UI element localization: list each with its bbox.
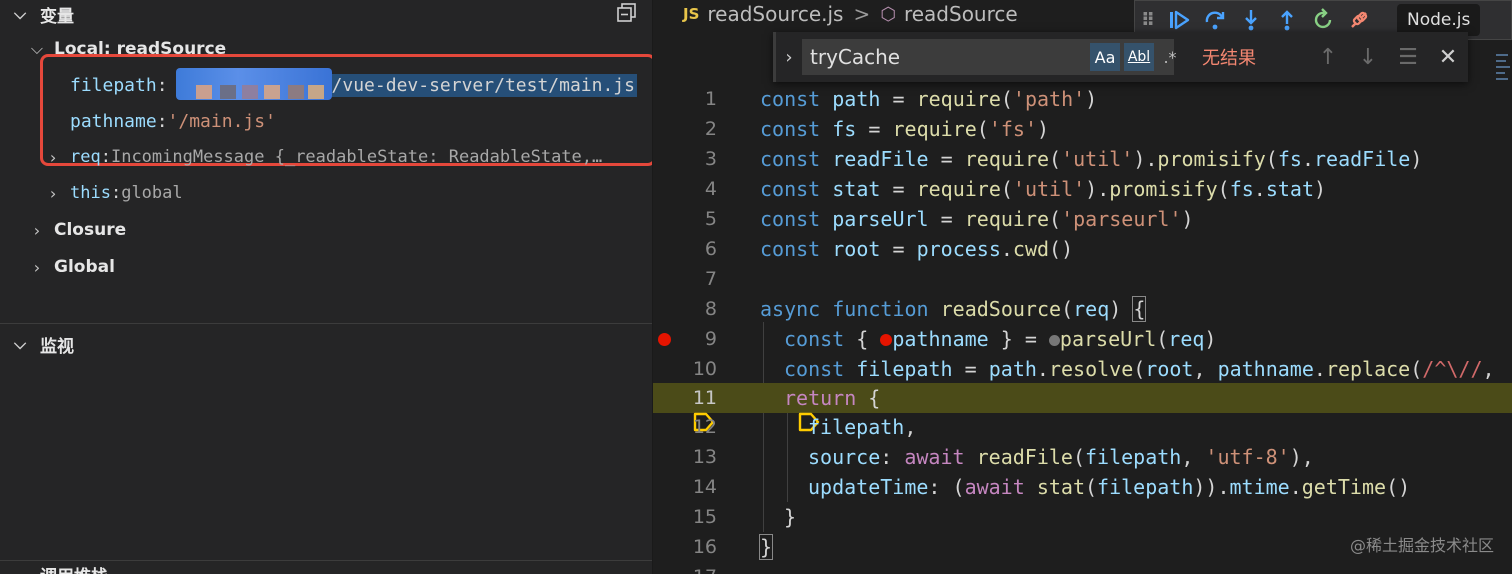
code-line[interactable]: 9 const { pathname } = parseUrl(req): [653, 324, 1512, 354]
line-number: 2: [704, 118, 717, 140]
code-line[interactable]: 2 const fs = require('fs'): [653, 114, 1512, 144]
line-number: 8: [704, 298, 717, 320]
code-text: const readFile = require('util').promisi…: [760, 147, 1423, 171]
variables-title: 变量: [40, 6, 74, 27]
variable-value: global: [121, 183, 183, 203]
regex-toggle[interactable]: .*: [1158, 43, 1182, 71]
code-line[interactable]: 3 const readFile = require('util').promi…: [653, 144, 1512, 174]
code-line[interactable]: 10 const filepath = path.resolve(root, p…: [653, 354, 1512, 384]
variable-name: req: [70, 147, 101, 167]
code-line[interactable]: 4 const stat = require('util').promisify…: [653, 174, 1512, 204]
code-line[interactable]: 1 const path = require('path'): [653, 84, 1512, 114]
line-number: 12: [692, 416, 717, 438]
line-number: 16: [692, 536, 717, 558]
match-case-toggle[interactable]: Aa: [1090, 43, 1120, 71]
code-text: const { pathname } = parseUrl(req): [784, 327, 1217, 351]
code-text: }: [784, 505, 797, 529]
variable-row-req[interactable]: › req: IncomingMessage {_readableState: …: [0, 140, 652, 174]
code-text: async function readSource(req) {: [760, 296, 1147, 322]
variables-section-header[interactable]: ⌵ 变量: [0, 0, 652, 28]
code-line[interactable]: 6 const root = process.cwd(): [653, 234, 1512, 264]
line-number: 15: [692, 506, 717, 528]
variable-name: this: [70, 183, 111, 203]
chevron-right-icon: ›: [48, 183, 58, 203]
breakpoint-icon[interactable]: [658, 333, 671, 346]
code-line[interactable]: 7: [653, 264, 1512, 294]
find-in-selection-icon[interactable]: ☰: [1388, 45, 1428, 70]
js-file-icon: JS: [683, 5, 700, 23]
global-scope-row[interactable]: › Global: [0, 250, 652, 284]
variable-value: IncomingMessage {_readableState: Readabl…: [110, 147, 603, 167]
chevron-right-icon: ›: [33, 257, 41, 277]
collapse-all-icon[interactable]: [616, 2, 638, 29]
code-line[interactable]: 17: [653, 562, 1512, 574]
section-divider: [0, 323, 652, 324]
code-text: source: await readFile(filepath, 'utf-8'…: [808, 445, 1314, 469]
find-widget: › tryCache Aa Abl .* 无结果 ↑ ↓ ☰ ✕: [773, 32, 1468, 82]
code-line[interactable]: 15 }: [653, 502, 1512, 532]
code-line[interactable]: 8 async function readSource(req) {: [653, 294, 1512, 324]
watermark: @稀土掘金技术社区: [1349, 536, 1494, 555]
code-text: const path = require('path'): [760, 87, 1098, 111]
line-number: 7: [704, 268, 717, 290]
code-text: updateTime: (await stat(filepath)).mtime…: [808, 475, 1411, 499]
code-line[interactable]: 13 source: await readFile(filepath, 'utf…: [653, 442, 1512, 472]
global-scope-label: Global: [54, 257, 115, 277]
line-number: 4: [704, 178, 717, 200]
line-number: 10: [692, 358, 717, 380]
code-text: const filepath = path.resolve(root, path…: [784, 357, 1495, 381]
line-number: 5: [704, 208, 717, 230]
call-stack-title: 调用堆栈: [40, 562, 108, 574]
code-text: filepath,: [808, 415, 917, 439]
code-line[interactable]: 12 filepath,: [653, 412, 1512, 442]
line-number: 1: [704, 88, 717, 110]
debug-side-panel: ⌵ 变量 ⌵ Local: readSource filepath: /vue-…: [0, 0, 653, 574]
closure-scope-label: Closure: [54, 220, 127, 240]
call-stack-section-header[interactable]: 调用堆栈: [0, 564, 652, 574]
code-text: }: [758, 534, 774, 560]
line-number: 6: [704, 238, 717, 260]
code-text: return {: [784, 386, 881, 410]
code-line[interactable]: 5 const parseUrl = require('parseurl'): [653, 204, 1512, 234]
code-text: const fs = require('fs'): [760, 117, 1050, 141]
arrow-up-icon[interactable]: ↑: [1308, 45, 1348, 70]
chevron-right-icon: ›: [33, 220, 41, 240]
chevron-right-icon: ›: [48, 147, 58, 167]
code-text: const parseUrl = require('parseurl'): [760, 207, 1194, 231]
arrow-down-icon[interactable]: ↓: [1348, 45, 1388, 70]
symbol-function-icon: ⬡: [880, 3, 896, 25]
close-icon[interactable]: ✕: [1428, 45, 1468, 70]
breadcrumb-symbol[interactable]: readSource: [904, 2, 1018, 26]
code-line-current[interactable]: 11 return {: [653, 383, 1512, 432]
breadcrumb-file[interactable]: readSource.js: [707, 2, 843, 26]
line-number: 14: [692, 476, 717, 498]
closure-scope-row[interactable]: › Closure: [0, 213, 652, 247]
variable-row-this[interactable]: › this: global: [0, 176, 652, 210]
breadcrumb-separator: >: [853, 2, 871, 26]
code-text: const root = process.cwd(): [760, 237, 1074, 261]
line-number: 17: [653, 566, 717, 574]
watch-title: 监视: [40, 336, 74, 357]
code-text: const stat = require('util').promisify(f…: [760, 177, 1327, 201]
line-number: 13: [692, 446, 717, 468]
find-status: 无结果: [1202, 48, 1256, 69]
code-editor[interactable]: JS readSource.js > ⬡ readSource ⠿ Node.j…: [653, 0, 1512, 574]
line-number: 3: [704, 148, 717, 170]
whole-word-toggle[interactable]: Abl: [1124, 43, 1154, 71]
chevron-down-icon: ⌵: [14, 334, 27, 353]
chevron-right-icon[interactable]: ›: [776, 47, 802, 68]
chevron-down-icon: ⌵: [14, 4, 27, 23]
watch-section-header[interactable]: ⌵ 监视: [0, 330, 652, 358]
code-line[interactable]: 14 updateTime: (await stat(filepath)).mt…: [653, 472, 1512, 502]
